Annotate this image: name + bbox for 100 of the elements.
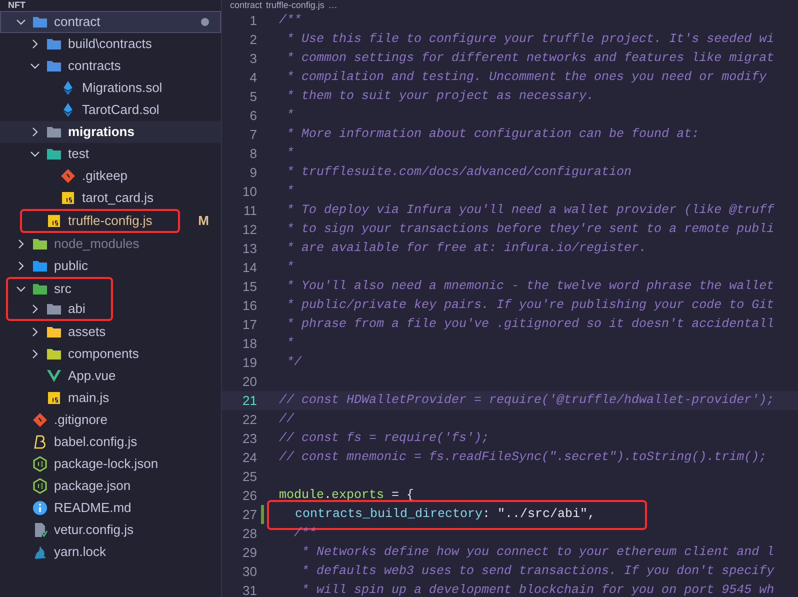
code-comment: * <box>286 107 294 124</box>
tree-item[interactable]: truffle-config.js <box>30 211 166 231</box>
code-comment: /** <box>279 12 302 30</box>
code-text: "../src/abi" <box>498 506 588 524</box>
file-name: yarn.lock <box>54 543 106 562</box>
folder-name: test <box>68 145 89 164</box>
code-comment: */ <box>286 354 302 372</box>
tree-item[interactable]: assets <box>0 321 221 343</box>
tree-item[interactable]: node_modules <box>0 233 221 255</box>
line-number: 20 <box>242 372 257 391</box>
line-number: 24 <box>242 448 257 467</box>
tree-item[interactable]: TarotCard.sol <box>0 99 221 121</box>
line-number: 18 <box>242 334 257 353</box>
line-number: 29 <box>242 544 257 562</box>
folder-name: abi <box>68 300 86 318</box>
breadcrumb-item[interactable]: contract <box>230 0 262 11</box>
tree-item[interactable]: Migrations.sol <box>0 77 221 99</box>
tree-item[interactable]: public <box>0 255 221 277</box>
line-number: 26 <box>242 486 257 505</box>
code-comment: * More information about configuration can be found at: <box>286 126 700 144</box>
vue-icon <box>46 368 62 384</box>
tree-item[interactable]: README.md <box>0 497 221 519</box>
tree-item[interactable]: src <box>16 279 100 299</box>
tree-item[interactable]: vetur.config.js <box>0 519 221 541</box>
file-name: vetur.config.js <box>54 521 134 540</box>
code-comment: * to sign your transactions before they're sent to a remote publi <box>286 221 774 238</box>
file-name: TarotCard.sol <box>82 101 160 120</box>
file-name: truffle-config.js <box>68 212 152 230</box>
tree-item[interactable]: .gitkeep <box>0 165 221 187</box>
folder-name: node_modules <box>54 235 140 254</box>
code-text: contracts_build_directory <box>295 506 483 524</box>
line-number: 23 <box>242 430 257 448</box>
tree-item[interactable]: package.json <box>0 475 221 497</box>
tree-item[interactable]: .gitignore <box>0 409 221 431</box>
code-comment: * To deploy via Infura you'll need a wallet provider (like @truff <box>286 202 774 220</box>
code-comment: // const mnemonic = fs.readFileSync(".secret").toString().trim(); <box>279 449 767 466</box>
code-comment: /** <box>293 525 317 542</box>
line-number: 25 <box>242 468 257 486</box>
code-comment: * phrase from a file you've .gitignored so it doesn't accidentall <box>286 316 774 334</box>
js-file-icon <box>46 213 62 229</box>
folder-name: assets <box>68 323 106 342</box>
code-comment: * <box>286 259 294 276</box>
tree-item[interactable]: migrations <box>0 121 221 143</box>
code-comment: // <box>279 411 294 428</box>
tree-item[interactable]: main.js <box>0 387 221 409</box>
code-comment: * You'll also need a mnemonic - the twelve word phrase the wallet <box>286 278 774 296</box>
tree-item[interactable]: yarn.lock <box>0 541 221 563</box>
tree-item[interactable]: components <box>0 343 221 365</box>
breadcrumb-item[interactable]: truffle-config.js <box>266 0 324 11</box>
folder-name: contracts <box>68 57 121 76</box>
modified-line-marker <box>261 505 264 524</box>
line-number: 7 <box>248 126 257 144</box>
code-comment: * are available for free at: infura.io/register. <box>286 240 647 258</box>
file-name: .gitignore <box>54 411 108 430</box>
line-number: 8 <box>248 144 257 163</box>
code-text: module <box>279 487 324 504</box>
document-check-icon <box>32 522 48 538</box>
tree-item[interactable]: contracts <box>0 55 221 77</box>
git-status-label: M <box>198 212 209 230</box>
line-number: 2 <box>248 30 257 49</box>
line-number: 14 <box>242 258 257 277</box>
folder-name: contract <box>54 13 100 32</box>
line-number: 15 <box>242 278 257 296</box>
tree-item[interactable]: abi <box>16 299 100 319</box>
line-number: 4 <box>248 68 257 87</box>
line-number: 9 <box>248 164 257 182</box>
line-number: 30 <box>242 562 257 581</box>
hexagon-icon <box>32 478 48 494</box>
git-icon <box>60 168 76 184</box>
line-number: 1 <box>248 12 257 30</box>
code-comment: * compilation and testing. Uncomment the ones you need or modify <box>286 69 767 86</box>
code-comment: * Networks define how you connect to your ethereum client and l <box>300 544 774 562</box>
line-number: 31 <box>242 582 257 597</box>
file-name: package.json <box>54 477 131 496</box>
folder-name: migrations <box>68 123 134 142</box>
code-comment: * <box>286 335 294 352</box>
tree-item[interactable]: build\contracts <box>0 33 221 55</box>
code-comment: * will spin up a development blockchain for you on port 9545 wh <box>300 582 774 597</box>
folder-name: components <box>68 345 139 364</box>
file-name: Migrations.sol <box>82 79 162 98</box>
tree-item[interactable]: package-lock.json <box>0 453 221 475</box>
tree-item[interactable]: App.vue <box>0 365 221 387</box>
file-name: package-lock.json <box>54 455 158 474</box>
tree-item[interactable]: contract <box>0 11 221 33</box>
breadcrumb-item[interactable]: … <box>328 0 338 11</box>
code-comment: * trufflesuite.com/docs/advanced/configuration <box>286 164 632 182</box>
code-comment: // const fs = require('fs'); <box>279 430 490 448</box>
tree-item[interactable]: tarot_card.js <box>0 187 221 209</box>
explorer-title: NFT <box>8 0 26 11</box>
line-number: 5 <box>248 88 257 106</box>
code-comment: * <box>286 145 294 162</box>
cat-icon <box>32 544 48 560</box>
line-number: 28 <box>242 524 257 543</box>
tree-item[interactable]: test <box>0 143 221 165</box>
folder-name: public <box>54 257 88 276</box>
code-text: . <box>324 487 332 504</box>
line-number: 21 <box>242 392 257 410</box>
code-comment: * public/private key pairs. If you're publishing your code to Git <box>286 297 774 314</box>
tree-item[interactable]: babel.config.js <box>0 431 221 453</box>
file-name: main.js <box>68 389 110 408</box>
